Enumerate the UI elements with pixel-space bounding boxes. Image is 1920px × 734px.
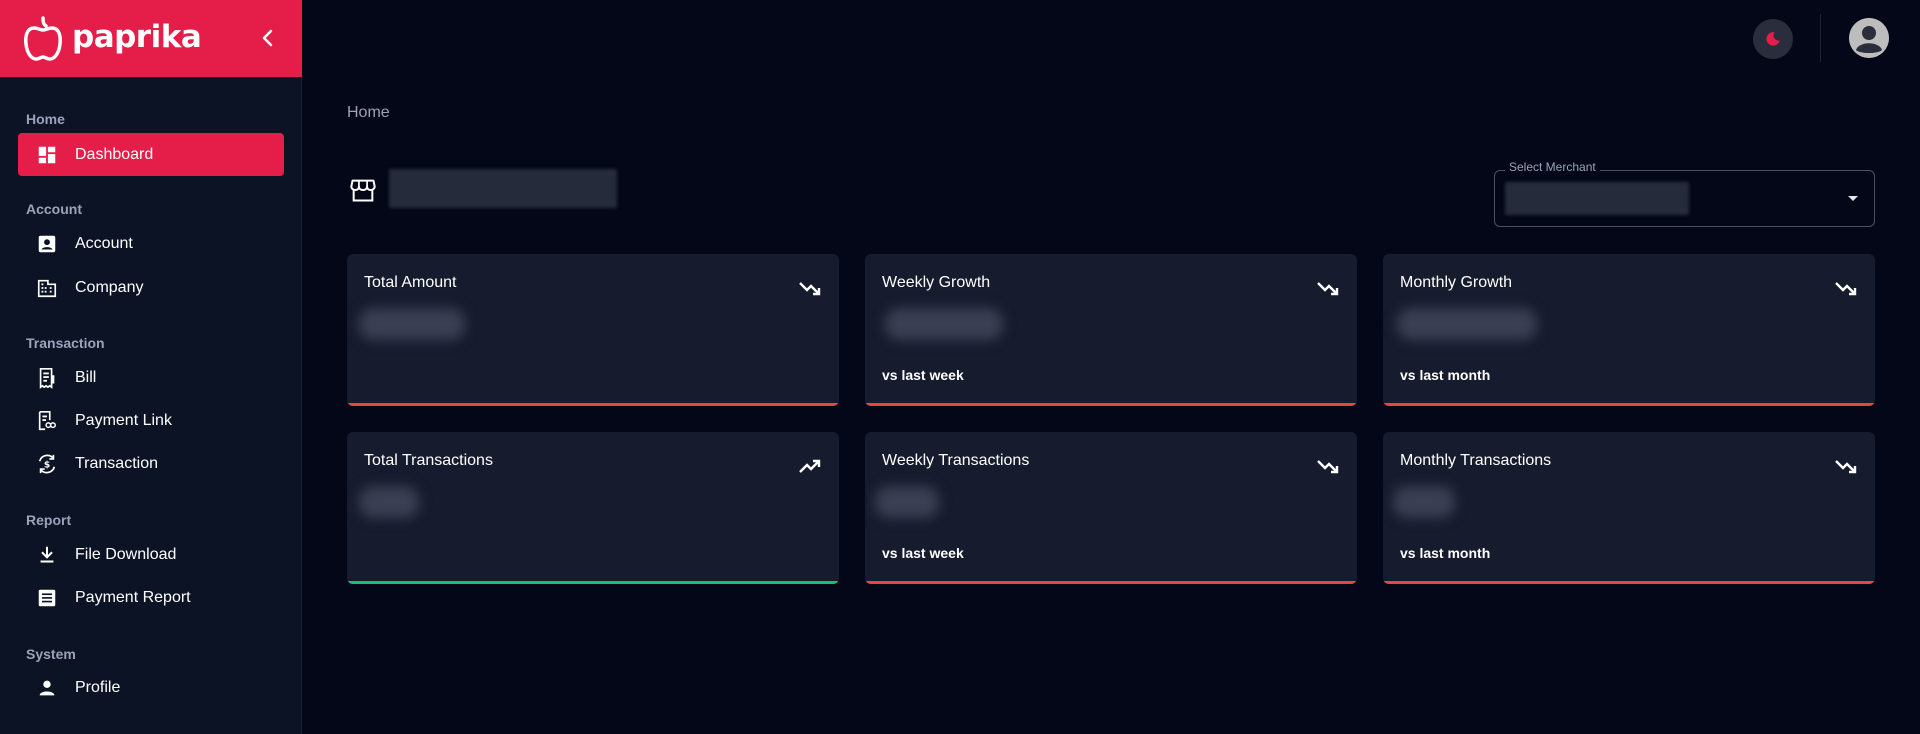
card-trend-bar (865, 403, 1357, 406)
section-label-home: Home (26, 111, 65, 127)
card-title: Total Transactions (364, 452, 493, 469)
card-title: Monthly Growth (1400, 274, 1513, 291)
card-subtitle: vs last week (882, 545, 964, 561)
person-icon (39, 680, 55, 696)
sidebar-item-bill[interactable]: Bill (18, 356, 284, 399)
sidebar-item-payment-link[interactable]: Payment Link (18, 399, 284, 442)
stat-card-weekly-transactions: Weekly Transactions vs last week (865, 432, 1357, 584)
section-label-report: Report (26, 512, 72, 528)
sidebar: paprika Home Dashboard Account Account C… (0, 0, 302, 734)
report-list-icon (38, 589, 56, 607)
payment-link-icon (38, 411, 56, 431)
stat-card-total-transactions: Total Transactions (347, 432, 839, 584)
stat-card-weekly-growth: Weekly Growth vs last week (865, 254, 1357, 406)
merchant-name-redacted (389, 169, 617, 208)
stat-card-monthly-growth: Monthly Growth vs last month (1383, 254, 1875, 406)
breadcrumb[interactable]: Home (347, 104, 390, 122)
chevron-down-icon[interactable] (1848, 196, 1858, 201)
collapse-sidebar-icon[interactable] (256, 26, 280, 50)
trending-down-icon (1835, 282, 1857, 296)
trending-down-icon (1317, 460, 1339, 474)
merchant-select-label: Select Merchant (1505, 160, 1600, 174)
brand-name: paprika (72, 19, 202, 55)
card-trend-bar (1383, 403, 1875, 406)
section-label-transaction: Transaction (26, 335, 105, 351)
sidebar-item-label: Transaction (75, 455, 158, 472)
trending-down-icon (1317, 282, 1339, 296)
sidebar-item-transaction[interactable]: $ Transaction (18, 442, 284, 485)
card-value-redacted (1393, 486, 1455, 518)
account-box-icon (38, 235, 56, 253)
card-trend-bar (347, 581, 839, 584)
sidebar-item-label: Profile (75, 679, 121, 696)
paprika-logo-icon (24, 16, 62, 61)
sidebar-item-label: File Download (75, 546, 177, 563)
storefront-icon (350, 179, 376, 202)
svg-text:$: $ (44, 460, 50, 471)
card-trend-bar (1383, 581, 1875, 584)
card-title: Total Amount (364, 274, 457, 291)
sidebar-item-profile[interactable]: Profile (18, 666, 284, 709)
card-value-redacted (885, 308, 1003, 340)
receipt-icon (39, 368, 55, 389)
trending-up-icon (799, 459, 821, 473)
sidebar-item-label: Payment Link (75, 412, 172, 429)
brand-header: paprika (0, 0, 302, 77)
merchant-select-value-redacted (1505, 182, 1689, 215)
sidebar-item-dashboard[interactable]: Dashboard (18, 133, 284, 176)
company-building-icon (37, 279, 57, 298)
sidebar-item-account[interactable]: Account (18, 222, 284, 265)
trending-down-icon (1835, 460, 1857, 474)
section-label-system: System (26, 646, 76, 662)
sidebar-item-file-download[interactable]: File Download (18, 533, 284, 576)
card-value-redacted (359, 308, 465, 340)
sidebar-item-company[interactable]: Company (18, 266, 284, 309)
sidebar-item-label: Company (75, 279, 144, 296)
stat-card-monthly-transactions: Monthly Transactions vs last month (1383, 432, 1875, 584)
theme-toggle-button[interactable] (1753, 19, 1793, 59)
sidebar-item-label: Dashboard (75, 146, 154, 163)
sidebar-item-label: Account (75, 235, 133, 252)
sidebar-item-label: Bill (75, 369, 97, 386)
user-avatar-button[interactable] (1849, 18, 1889, 58)
header-divider (1820, 14, 1821, 62)
currency-exchange-icon: $ (38, 454, 56, 474)
user-avatar-icon (1849, 18, 1889, 58)
card-title: Weekly Growth (882, 274, 991, 291)
section-label-account: Account (26, 201, 82, 217)
sidebar-item-payment-report[interactable]: Payment Report (18, 576, 284, 619)
card-trend-bar (865, 581, 1357, 584)
trending-down-icon (799, 282, 821, 296)
stat-card-total-amount: Total Amount (347, 254, 839, 406)
card-subtitle: vs last month (1400, 545, 1491, 561)
card-value-redacted (1397, 308, 1537, 340)
card-title: Monthly Transactions (1400, 452, 1552, 469)
card-subtitle: vs last week (882, 367, 964, 383)
sidebar-item-label: Payment Report (75, 589, 191, 606)
card-title: Weekly Transactions (882, 452, 1030, 469)
moon-icon (1766, 32, 1780, 46)
card-value-redacted (875, 486, 939, 518)
dashboard-icon (38, 146, 56, 164)
card-trend-bar (347, 403, 839, 406)
card-subtitle: vs last month (1400, 367, 1491, 383)
card-value-redacted (359, 486, 419, 518)
download-icon (40, 546, 54, 563)
